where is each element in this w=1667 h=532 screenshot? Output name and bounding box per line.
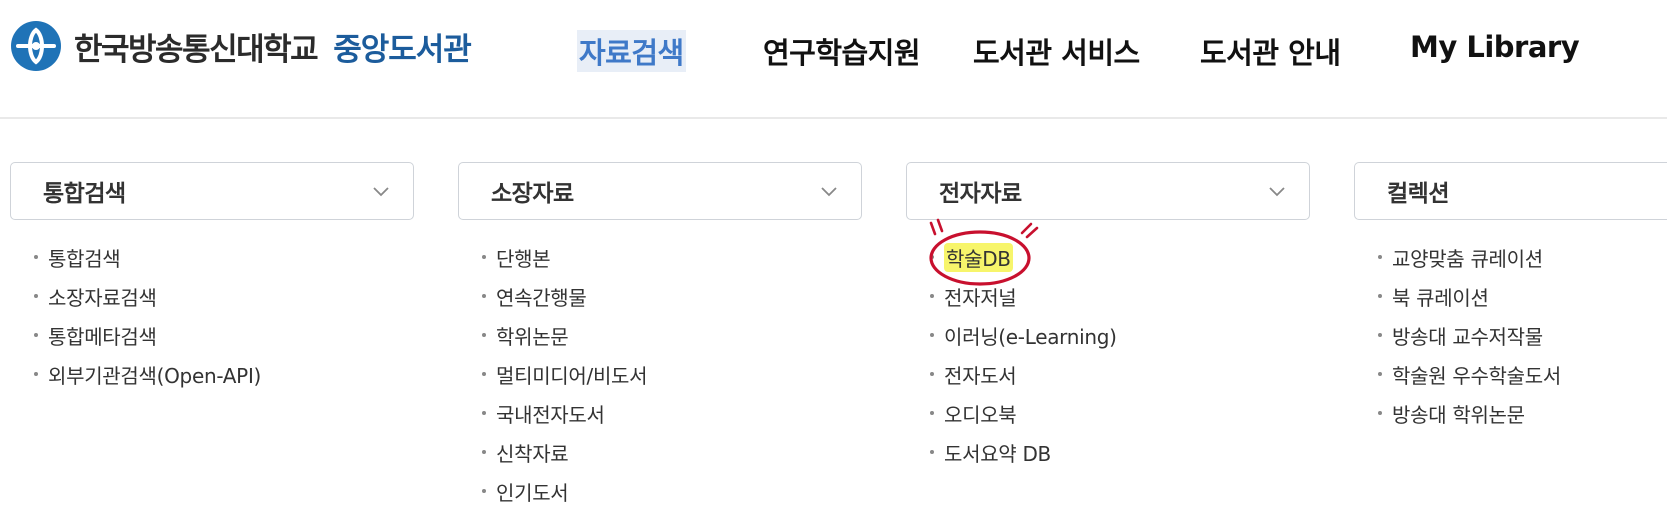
menu-item-label: 학술원 우수학술도서 xyxy=(1392,364,1561,388)
chevron-down-icon xyxy=(373,187,389,197)
menu-item[interactable]: 통합메타검색 xyxy=(10,316,414,355)
menu-item-label: 외부기관검색(Open-API) xyxy=(48,364,262,388)
menu-item-academic-db[interactable]: 학술DB xyxy=(906,238,1310,277)
menu-item-label: 통합메타검색 xyxy=(48,325,157,349)
chevron-down-icon xyxy=(821,187,837,197)
dropdown-collections[interactable]: 컬렉션 xyxy=(1354,162,1667,220)
menu-column-holdings: 소장자료 단행본 연속간행물 학위논문 멀티미디어/비도서 국내전자도서 신착자… xyxy=(458,162,862,511)
menu-item-label: 전자도서 xyxy=(944,364,1017,388)
menu-item-label: 연속간행물 xyxy=(496,286,587,310)
menu-item[interactable]: 외부기관검색(Open-API) xyxy=(10,355,414,394)
menu-item-label: 교양맞춤 큐레이션 xyxy=(1392,247,1543,271)
menu-item[interactable]: 방송대 학위논문 xyxy=(1354,394,1667,433)
dropdown-label: 소장자료 xyxy=(491,181,574,207)
menu-item[interactable]: 단행본 xyxy=(458,238,862,277)
nav-library-services[interactable]: 도서관 서비스 xyxy=(973,30,1140,72)
menu-column-electronic-resources: 전자자료 학술DB 전자저널 이러닝(e-Learning) 전자도서 오디오북… xyxy=(906,162,1310,472)
menu-item-label: 통합검색 xyxy=(48,247,121,271)
menu-item[interactable]: 교양맞춤 큐레이션 xyxy=(1354,238,1667,277)
menu-item[interactable]: 오디오북 xyxy=(906,394,1310,433)
menu-item[interactable]: 소장자료검색 xyxy=(10,277,414,316)
logo-university-name: 한국방송통신대학교 xyxy=(74,31,319,68)
menu-item[interactable]: 학위논문 xyxy=(458,316,862,355)
menu-item[interactable]: 도서요약 DB xyxy=(906,433,1310,472)
menu-list: 통합검색 소장자료검색 통합메타검색 외부기관검색(Open-API) xyxy=(10,238,414,394)
top-header: 한국방송통신대학교 중앙도서관 자료검색 연구학습지원 도서관 서비스 도서관 … xyxy=(0,0,1667,119)
menu-item-label: 전자저널 xyxy=(944,286,1017,310)
nav-search-resources[interactable]: 자료검색 xyxy=(577,30,686,72)
menu-item[interactable]: 방송대 교수저작물 xyxy=(1354,316,1667,355)
menu-column-collections: 컬렉션 교양맞춤 큐레이션 북 큐레이션 방송대 교수저작물 학술원 우수학술도… xyxy=(1354,162,1667,433)
dropdown-electronic-resources[interactable]: 전자자료 xyxy=(906,162,1310,220)
menu-item[interactable]: 전자도서 xyxy=(906,355,1310,394)
menu-list: 학술DB 전자저널 이러닝(e-Learning) 전자도서 오디오북 도서요약… xyxy=(906,238,1310,472)
menu-item-label: 단행본 xyxy=(496,247,551,271)
menu-column-integrated-search: 통합검색 통합검색 소장자료검색 통합메타검색 외부기관검색(Open-API) xyxy=(10,162,414,394)
university-emblem-icon xyxy=(11,21,61,71)
dropdown-label: 전자자료 xyxy=(939,181,1022,207)
menu-item[interactable]: 인기도서 xyxy=(458,472,862,511)
menu-item-label: 이러닝(e-Learning) xyxy=(944,325,1117,349)
menu-item[interactable]: 학술원 우수학술도서 xyxy=(1354,355,1667,394)
menu-item-label: 북 큐레이션 xyxy=(1392,286,1489,310)
menu-item-label: 학위논문 xyxy=(496,325,569,349)
menu-item-label: 오디오북 xyxy=(944,403,1017,427)
dropdown-integrated-search[interactable]: 통합검색 xyxy=(10,162,414,220)
menu-item-label-highlighted: 학술DB xyxy=(944,243,1013,272)
logo-library-name: 중앙도서관 xyxy=(333,31,472,68)
menu-item-label: 방송대 학위논문 xyxy=(1392,403,1525,427)
menu-item-label: 멀티미디어/비도서 xyxy=(496,364,648,388)
menu-item-label: 소장자료검색 xyxy=(48,286,157,310)
nav-research-support[interactable]: 연구학습지원 xyxy=(763,30,921,72)
menu-item[interactable]: 멀티미디어/비도서 xyxy=(458,355,862,394)
menu-item[interactable]: 북 큐레이션 xyxy=(1354,277,1667,316)
chevron-down-icon xyxy=(1269,187,1285,197)
menu-item[interactable]: 전자저널 xyxy=(906,277,1310,316)
menu-list: 교양맞춤 큐레이션 북 큐레이션 방송대 교수저작물 학술원 우수학술도서 방송… xyxy=(1354,238,1667,433)
menu-item-label: 인기도서 xyxy=(496,481,569,505)
menu-item-label: 국내전자도서 xyxy=(496,403,605,427)
dropdown-holdings[interactable]: 소장자료 xyxy=(458,162,862,220)
library-logo[interactable]: 한국방송통신대학교 중앙도서관 xyxy=(10,20,472,72)
menu-item-label: 신착자료 xyxy=(496,442,569,466)
dropdown-label: 통합검색 xyxy=(43,181,126,207)
menu-item[interactable]: 국내전자도서 xyxy=(458,394,862,433)
nav-my-library[interactable]: My Library xyxy=(1410,30,1580,64)
menu-item[interactable]: 연속간행물 xyxy=(458,277,862,316)
menu-item[interactable]: 신착자료 xyxy=(458,433,862,472)
menu-item[interactable]: 통합검색 xyxy=(10,238,414,277)
menu-item[interactable]: 이러닝(e-Learning) xyxy=(906,316,1310,355)
menu-item-label: 방송대 교수저작물 xyxy=(1392,325,1543,349)
dropdown-label: 컬렉션 xyxy=(1387,181,1449,207)
menu-item-label: 도서요약 DB xyxy=(944,442,1051,466)
nav-library-guide[interactable]: 도서관 안내 xyxy=(1200,30,1341,72)
menu-list: 단행본 연속간행물 학위논문 멀티미디어/비도서 국내전자도서 신착자료 인기도… xyxy=(458,238,862,511)
